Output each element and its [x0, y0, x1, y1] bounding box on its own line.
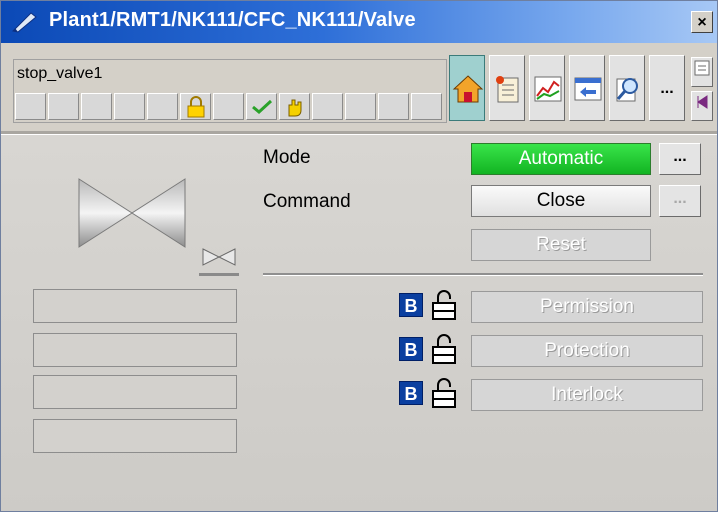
home-view-button[interactable]: [449, 55, 485, 121]
status-cell: [114, 93, 145, 120]
bypass-badge: B: [399, 381, 423, 405]
status-cell: [246, 93, 277, 120]
mode-value[interactable]: Automatic: [471, 143, 651, 175]
command-label: Command: [263, 191, 351, 212]
status-cell: [312, 93, 343, 120]
back-arrow-icon: [697, 95, 708, 109]
command-value[interactable]: Close: [471, 185, 651, 217]
magnifier-icon: [616, 78, 638, 102]
back-button[interactable]: [691, 91, 713, 121]
more-label: ...: [660, 80, 674, 97]
unlocked-icon: [432, 290, 456, 320]
status-cell: [213, 93, 244, 120]
status-cell: [15, 93, 46, 120]
valve-small-icon: [202, 248, 236, 266]
trend-icon: [534, 76, 562, 102]
view-toolbar: ...: [449, 55, 689, 125]
valve-icon: [78, 178, 186, 248]
status-field: [33, 289, 237, 323]
permission-button[interactable]: Permission: [471, 291, 703, 323]
check-icon: [252, 99, 273, 114]
status-cell: [147, 93, 178, 120]
protection-button[interactable]: Protection: [471, 335, 703, 367]
mini-buttons: [691, 57, 715, 125]
status-cell: [378, 93, 409, 120]
shortcut-button[interactable]: [691, 57, 713, 87]
lock-icon: [187, 96, 205, 118]
pen-icon: [11, 12, 37, 33]
mode-dots-button[interactable]: ...: [659, 143, 701, 175]
status-field: [33, 375, 237, 409]
status-field: [33, 333, 237, 367]
bypass-badge: B: [399, 337, 423, 361]
status-cell: [345, 93, 376, 120]
command-dots-button[interactable]: ...: [659, 185, 701, 217]
close-button[interactable]: ×: [691, 11, 713, 33]
valve-small-underline: [199, 273, 239, 276]
loop-view-button[interactable]: [609, 55, 645, 121]
mode-label: Mode: [263, 147, 311, 168]
faceplate-window: Plant1/RMT1/NK111/CFC_NK111/Valve × stop…: [0, 0, 718, 512]
status-field: [33, 419, 237, 453]
message-list-icon: [496, 76, 519, 103]
numeric-icon: [694, 60, 710, 76]
window-title: Plant1/RMT1/NK111/CFC_NK111/Valve: [49, 9, 416, 31]
unlocked-icon: [432, 334, 456, 364]
unlocked-icon: [432, 378, 456, 408]
section-divider: [263, 273, 703, 276]
title-bar[interactable]: Plant1/RMT1/NK111/CFC_NK111/Valve ×: [1, 1, 717, 43]
messages-view-button[interactable]: [489, 55, 525, 121]
status-cell: [411, 93, 442, 120]
faceplate-icon: [574, 77, 602, 101]
status-cell: [279, 93, 310, 120]
interlock-button[interactable]: Interlock: [471, 379, 703, 411]
status-cell: [81, 93, 112, 120]
status-bar: [15, 93, 444, 121]
home-icon: [452, 75, 484, 103]
faceplate-view-button[interactable]: [569, 55, 605, 121]
hand-icon: [288, 99, 302, 117]
tag-name: stop_valve1: [17, 65, 103, 82]
more-views-button[interactable]: ...: [649, 55, 685, 121]
status-cell: [48, 93, 79, 120]
reset-button[interactable]: Reset: [471, 229, 651, 261]
trend-view-button[interactable]: [529, 55, 565, 121]
bypass-badge: B: [399, 293, 423, 317]
status-cell: [180, 93, 211, 120]
